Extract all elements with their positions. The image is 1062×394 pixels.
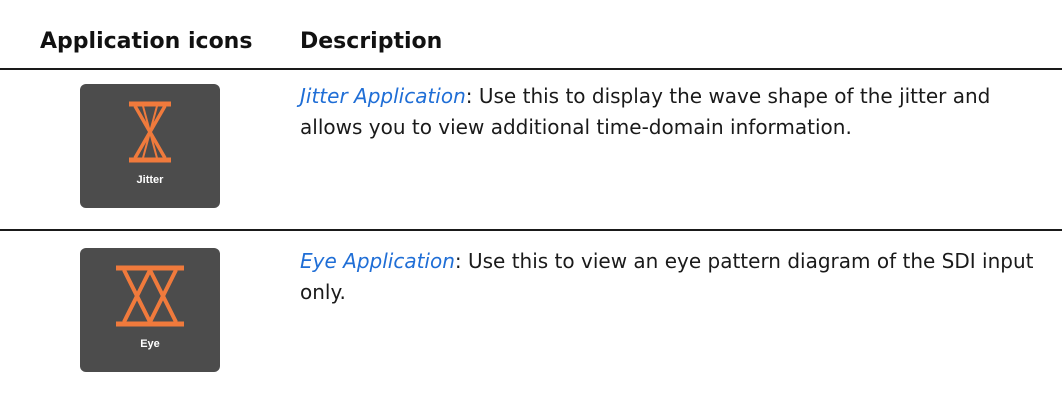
eye-icon-label: Eye <box>140 338 160 350</box>
jitter-symbol-icon <box>129 101 171 163</box>
jitter-application-link[interactable]: Jitter Application <box>300 84 466 108</box>
header-application-icons: Application icons <box>40 29 253 54</box>
eye-symbol-icon <box>116 265 184 327</box>
eye-app-icon: Eye <box>80 248 220 372</box>
jitter-app-icon: Jitter <box>80 84 220 208</box>
header-description: Description <box>300 29 443 54</box>
eye-application-link[interactable]: Eye Application <box>300 249 455 273</box>
table-header: Application icons Description <box>0 0 1062 78</box>
table-row-jitter: Jitter Jitter Application: Use this to d… <box>0 70 1062 229</box>
table-row-eye: Eye Eye Application: Use this to view an… <box>0 231 1062 391</box>
jitter-icon-label: Jitter <box>136 174 164 186</box>
jitter-description: Jitter Application: Use this to display … <box>300 81 1040 143</box>
eye-description: Eye Application: Use this to view an eye… <box>300 246 1040 308</box>
